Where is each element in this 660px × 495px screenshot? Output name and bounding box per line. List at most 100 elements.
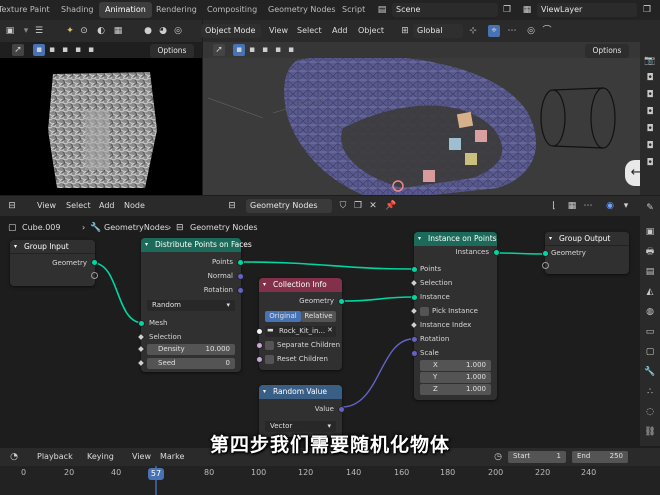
snap-icon[interactable]: ⌖ xyxy=(488,25,500,37)
viewport-menu-add[interactable]: Add xyxy=(332,24,348,38)
camera-icon[interactable]: ◘ xyxy=(644,140,656,152)
pivot-icon[interactable]: ⊹ xyxy=(467,25,479,37)
physics-icon[interactable]: ◌ xyxy=(644,406,656,418)
snap-settings-icon[interactable]: ⋯ xyxy=(506,25,518,37)
close-icon[interactable]: ✕ xyxy=(327,326,333,334)
world-icon[interactable]: ◍ xyxy=(644,306,656,318)
shading-icon[interactable]: ◐ xyxy=(95,25,107,37)
viewport-menu-view[interactable]: View xyxy=(269,24,288,38)
object-mode-select[interactable]: Object Mode xyxy=(201,24,261,38)
falloff-icon[interactable]: ⌒ xyxy=(541,25,553,37)
proportional-edit-icon[interactable]: ◎ xyxy=(525,25,537,37)
select-invert-icon[interactable]: ▪ xyxy=(72,44,84,56)
transform-orientation-select[interactable]: Global xyxy=(413,24,463,38)
camera-icon[interactable]: ◘ xyxy=(644,157,656,169)
tab-geometry-nodes[interactable]: Geometry Nodes xyxy=(262,2,341,18)
shading-icon-2[interactable]: ▦ xyxy=(112,25,124,37)
chevron-down-icon[interactable]: ▾ xyxy=(20,25,32,37)
options-button[interactable]: Options xyxy=(150,44,194,58)
original-toggle[interactable]: Original xyxy=(265,311,301,322)
node-distribute-points[interactable]: ▾ Distribute Points on Faces Points Norma… xyxy=(136,238,252,372)
view-layer-icon[interactable]: ▤ xyxy=(644,266,656,278)
distribute-mode-select[interactable]: Random ▾ xyxy=(147,300,235,311)
output-socket-points[interactable] xyxy=(237,259,244,266)
collection-field[interactable]: Rock_Kit_in... xyxy=(265,326,336,337)
select-intersect-icon[interactable]: ▪ xyxy=(285,44,297,56)
reset-children-checkbox[interactable] xyxy=(265,355,274,364)
select-box-icon[interactable]: ▪ xyxy=(33,44,45,56)
input-socket-scale[interactable] xyxy=(411,350,418,357)
input-socket-points[interactable] xyxy=(411,266,418,273)
view-layer-selector[interactable]: ViewLayer xyxy=(537,3,637,17)
separate-children-checkbox[interactable] xyxy=(265,341,274,350)
camera-icon[interactable]: 📷 xyxy=(644,55,656,67)
input-socket-rotation[interactable] xyxy=(411,336,418,343)
render-icon[interactable]: ▣ xyxy=(644,226,656,238)
camera-icon[interactable]: ◘ xyxy=(644,89,656,101)
scene-icon[interactable]: ◭ xyxy=(644,286,656,298)
node-instance-on-points[interactable]: ▾ Instance on Points Instances Points Sel… xyxy=(409,232,500,400)
viewport-menu-object[interactable]: Object xyxy=(358,24,384,38)
density-field[interactable]: Density 10.000 xyxy=(147,344,235,355)
select-box-icon[interactable]: ▪ xyxy=(233,44,245,56)
copy-view-layer-icon[interactable]: ❐ xyxy=(641,4,653,16)
collection-icon[interactable]: ▭ xyxy=(644,326,656,338)
select-cursor-icon[interactable]: ➚ xyxy=(12,44,24,56)
scene-selector[interactable]: Scene xyxy=(392,3,498,17)
gizmo-icon[interactable]: ✦ xyxy=(64,25,76,37)
input-socket-empty[interactable] xyxy=(542,262,549,269)
copy-scene-icon[interactable]: ❐ xyxy=(501,4,513,16)
3d-viewport[interactable]: Object Mode View Select Add Object ⊞ Glo… xyxy=(201,20,655,195)
scale-y-field[interactable]: Y 1.000 xyxy=(420,372,491,383)
current-frame-indicator[interactable]: 57 xyxy=(148,468,164,480)
solid-shading-icon[interactable]: ● xyxy=(142,25,154,37)
node-group-input[interactable]: ▾ Group Input Geometry xyxy=(10,240,98,286)
viewport-options-button[interactable]: Options xyxy=(585,44,629,58)
tab-texture-paint[interactable]: Texture Paint xyxy=(0,2,56,18)
output-socket-value[interactable] xyxy=(338,406,345,413)
node-collection-info[interactable]: ▾ Collection Info Geometry Original Relat… xyxy=(256,278,345,370)
scale-x-field[interactable]: X 1.000 xyxy=(420,360,491,371)
object-icon[interactable]: ▢ xyxy=(644,346,656,358)
pick-instance-checkbox[interactable] xyxy=(420,307,429,316)
input-socket-separate-children[interactable] xyxy=(256,342,263,349)
viewport-menu-select[interactable]: Select xyxy=(297,24,322,38)
tool-icon[interactable]: ✎ xyxy=(644,202,656,214)
material-shading-icon[interactable]: ◕ xyxy=(157,25,169,37)
select-extend-icon[interactable]: ▪ xyxy=(246,44,258,56)
seed-field[interactable]: Seed 0 xyxy=(147,358,235,369)
camera-icon[interactable]: ◘ xyxy=(644,72,656,84)
output-socket-geometry[interactable] xyxy=(91,259,98,266)
view-menu-icon[interactable]: ☰ xyxy=(33,25,45,37)
particles-icon[interactable]: ∴ xyxy=(644,386,656,398)
output-socket-instances[interactable] xyxy=(493,249,500,256)
input-socket-mesh[interactable] xyxy=(138,320,145,327)
input-socket-instance[interactable] xyxy=(411,294,418,301)
output-socket-empty[interactable] xyxy=(91,272,98,279)
tab-shading[interactable]: Shading xyxy=(55,2,100,18)
select-subtract-icon[interactable]: ▪ xyxy=(59,44,71,56)
input-socket-reset-children[interactable] xyxy=(256,356,263,363)
overlay-icon[interactable]: ⊙ xyxy=(78,25,90,37)
render-shading-icon[interactable]: ◎ xyxy=(172,25,184,37)
select-subtract-icon[interactable]: ▪ xyxy=(259,44,271,56)
relative-toggle[interactable]: Relative xyxy=(301,311,336,322)
camera-icon[interactable]: ◘ xyxy=(644,106,656,118)
editor-type-icon[interactable]: ▣ xyxy=(4,25,16,37)
output-socket-geometry[interactable] xyxy=(338,298,345,305)
input-socket-geometry[interactable] xyxy=(542,250,549,257)
scale-z-field[interactable]: Z 1.000 xyxy=(420,384,491,395)
select-invert-icon[interactable]: ▪ xyxy=(272,44,284,56)
camera-icon[interactable]: ◘ xyxy=(644,123,656,135)
tab-animation[interactable]: Animation xyxy=(99,2,152,18)
node-group-output[interactable]: ▾ Group Output Geometry xyxy=(542,232,629,274)
modifier-wrench-icon[interactable]: 🔧 xyxy=(644,366,656,378)
node-editor[interactable]: ⊟ View Select Add Node ⊟ Geometry Nodes … xyxy=(0,196,640,446)
tab-compositing[interactable]: Compositing xyxy=(201,2,263,18)
select-extend-icon[interactable]: ▪ xyxy=(46,44,58,56)
output-socket-normal[interactable] xyxy=(237,273,244,280)
select-cursor-icon[interactable]: ➚ xyxy=(213,44,225,56)
output-icon[interactable]: 🖶 xyxy=(644,246,656,258)
input-socket-collection[interactable] xyxy=(256,328,263,335)
select-intersect-icon[interactable]: ▪ xyxy=(85,44,97,56)
